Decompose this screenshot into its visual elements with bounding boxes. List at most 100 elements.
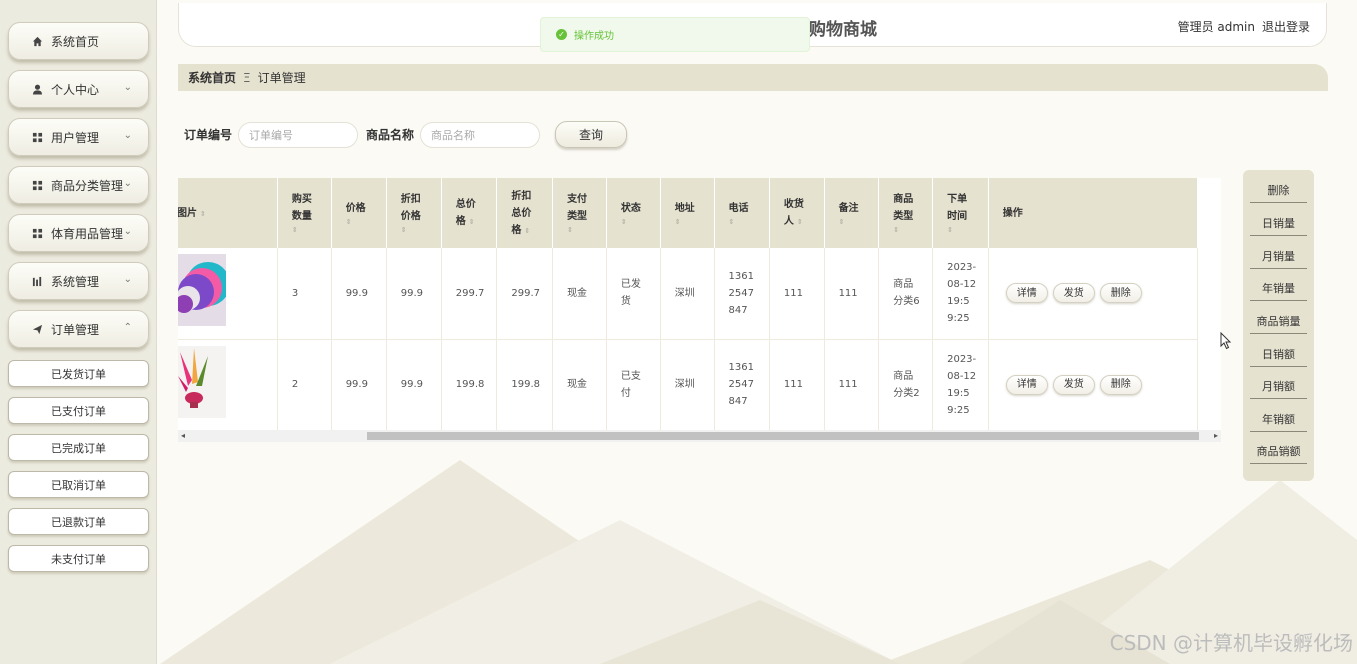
header-text: 折扣 <box>511 190 532 202</box>
product-name-input[interactable]: 商品名称 <box>420 121 541 148</box>
sort-icon[interactable]: ⇕ <box>729 217 769 227</box>
sort-icon[interactable]: ⇕ <box>346 217 386 227</box>
header-text: 时间 <box>947 211 968 222</box>
cell-price: 99.9 <box>331 248 387 340</box>
sort-icon[interactable]: ⇕ <box>200 210 206 218</box>
sort-icon[interactable]: ⇕ <box>401 225 441 235</box>
header-text: 类型 <box>567 211 588 222</box>
header-text: 总价 <box>511 207 532 219</box>
logout-link[interactable]: 退出登录 <box>1262 20 1310 34</box>
sub-item-completed[interactable]: 已完成订单 <box>8 434 149 461</box>
stats-panel: 删除 日销量 月销量 年销量 商品销量 日销额 月销额 年销额 商品销额 <box>1243 170 1314 481</box>
yearly-revenue-button[interactable]: 年销额 <box>1250 406 1307 432</box>
sort-icon[interactable]: ⇕ <box>947 225 988 235</box>
daily-sales-volume-button[interactable]: 日销量 <box>1250 210 1307 236</box>
ship-button[interactable]: 发货 <box>1052 283 1095 304</box>
scroll-left-icon[interactable]: ◂ <box>181 431 185 440</box>
scroll-right-icon[interactable]: ▸ <box>1214 431 1218 440</box>
col-price[interactable]: 价格 ⇕ <box>331 178 387 248</box>
cell-total: 199.8 <box>441 339 498 431</box>
sort-icon[interactable]: ⇕ <box>893 225 932 235</box>
sort-icon[interactable]: ⇕ <box>621 217 660 227</box>
cell-qty: 2 <box>277 339 332 431</box>
sub-item-paid[interactable]: 已支付订单 <box>8 397 149 424</box>
query-button[interactable]: 查询 <box>555 121 628 148</box>
sidebar-item-home[interactable]: 系统首页 <box>8 22 149 60</box>
sidebar-item-users[interactable]: 用户管理 ⌄ <box>8 118 149 156</box>
col-status[interactable]: 状态 ⇕ <box>606 178 661 248</box>
cell-image <box>178 248 278 340</box>
header-text: 商品 <box>893 194 914 205</box>
mouse-cursor-icon <box>1220 332 1232 350</box>
daily-revenue-button[interactable]: 日销额 <box>1250 341 1307 367</box>
yearly-sales-volume-button[interactable]: 年销量 <box>1250 275 1307 301</box>
header-text: 操作 <box>1002 207 1023 219</box>
cell-phone: 1361 2547 847 <box>714 248 770 340</box>
sub-item-cancelled[interactable]: 已取消订单 <box>8 471 149 498</box>
sub-item-shipped[interactable]: 已发货订单 <box>8 360 149 387</box>
col-receiver[interactable]: 收货人 ⇕ <box>769 178 825 248</box>
breadcrumb-home[interactable]: 系统首页 <box>188 69 236 86</box>
sidebar-item-category[interactable]: 商品分类管理 ⌄ <box>8 166 149 204</box>
col-category[interactable]: 商品 类型 ⇕ <box>878 178 934 248</box>
delete-button[interactable]: 删除 <box>1099 283 1142 304</box>
sub-item-unpaid[interactable]: 未支付订单 <box>8 545 149 572</box>
col-qty[interactable]: 购买 数量 ⇕ <box>277 178 332 248</box>
header-text: 总价 <box>455 199 476 210</box>
send-icon <box>31 323 43 335</box>
sub-item-refunded[interactable]: 已退款订单 <box>8 508 149 535</box>
sort-icon[interactable]: ⇕ <box>567 225 606 235</box>
col-address[interactable]: 地址 ⇕ <box>660 178 715 248</box>
product-image-shuttlecock[interactable] <box>178 345 226 418</box>
sort-icon[interactable]: ⇕ <box>675 217 714 227</box>
col-image[interactable]: 图片 ⇕ <box>178 178 278 248</box>
cell-actions: 详情 发货 删除 <box>988 248 1199 340</box>
product-sales-volume-button[interactable]: 商品销量 <box>1250 308 1307 334</box>
category-line: 分类2 <box>893 387 920 399</box>
time-line: 08-12 <box>947 279 977 291</box>
monthly-revenue-button[interactable]: 月销额 <box>1250 373 1307 399</box>
chevron-down-icon: ⌄ <box>123 130 132 141</box>
header-text: 图片 <box>178 207 197 219</box>
toast-text: 操作成功 <box>574 31 614 42</box>
chevron-down-icon: ⌄ <box>123 178 132 189</box>
sidebar-item-orders[interactable]: 订单管理 ⌃ <box>8 310 149 348</box>
cell-remark: 111 <box>824 339 880 431</box>
header-text: 价格 <box>400 211 421 222</box>
sidebar-item-system[interactable]: 系统管理 ⌄ <box>8 262 149 300</box>
chevron-down-icon: ⌄ <box>123 274 132 285</box>
sort-icon[interactable]: ⇕ <box>797 218 803 226</box>
header-text: 格 <box>455 216 466 227</box>
scrollbar-thumb[interactable] <box>367 432 1199 440</box>
delete-button[interactable]: 删除 <box>1099 374 1142 395</box>
sort-icon[interactable]: ⇕ <box>524 227 530 235</box>
horizontal-scrollbar[interactable]: ◂ ▸ <box>178 430 1221 442</box>
monthly-sales-volume-button[interactable]: 月销量 <box>1250 243 1307 269</box>
cell-order-time: 2023- 08-12 19:5 9:25 <box>932 339 989 431</box>
sidebar-item-personal[interactable]: 个人中心 ⌄ <box>8 70 149 108</box>
phone-line: 2547 <box>728 379 754 390</box>
sidebar-item-sports[interactable]: 体育用品管理 ⌄ <box>8 214 149 252</box>
phone-line: 1361 <box>728 362 754 373</box>
product-image-fans[interactable] <box>178 254 230 327</box>
sort-icon[interactable]: ⇕ <box>292 225 331 235</box>
sort-icon[interactable]: ⇕ <box>839 217 879 227</box>
detail-button[interactable]: 详情 <box>1005 283 1048 304</box>
col-remark[interactable]: 备注 ⇕ <box>824 178 880 248</box>
col-total[interactable]: 总价格 ⇕ <box>441 178 498 248</box>
header-text: 收货 <box>783 199 804 210</box>
col-order-time[interactable]: 下单时间 ⇕ <box>932 178 989 248</box>
batch-delete-button[interactable]: 删除 <box>1250 177 1307 203</box>
header-text: 下单 <box>947 194 968 205</box>
check-circle-icon: ✓ <box>556 29 567 40</box>
col-phone[interactable]: 电话 ⇕ <box>714 178 770 248</box>
col-discount-price[interactable]: 折扣 价格 ⇕ <box>386 178 442 248</box>
sort-icon[interactable]: ⇕ <box>469 218 475 226</box>
col-discount-total[interactable]: 折扣 总价格 ⇕ <box>496 178 554 248</box>
order-no-input[interactable]: 订单编号 <box>238 121 359 148</box>
col-pay-type[interactable]: 支付 类型 ⇕ <box>552 178 607 248</box>
cell-status: 已发货 <box>606 248 661 340</box>
ship-button[interactable]: 发货 <box>1052 374 1095 395</box>
product-revenue-button[interactable]: 商品销额 <box>1250 438 1307 464</box>
detail-button[interactable]: 详情 <box>1005 374 1048 395</box>
